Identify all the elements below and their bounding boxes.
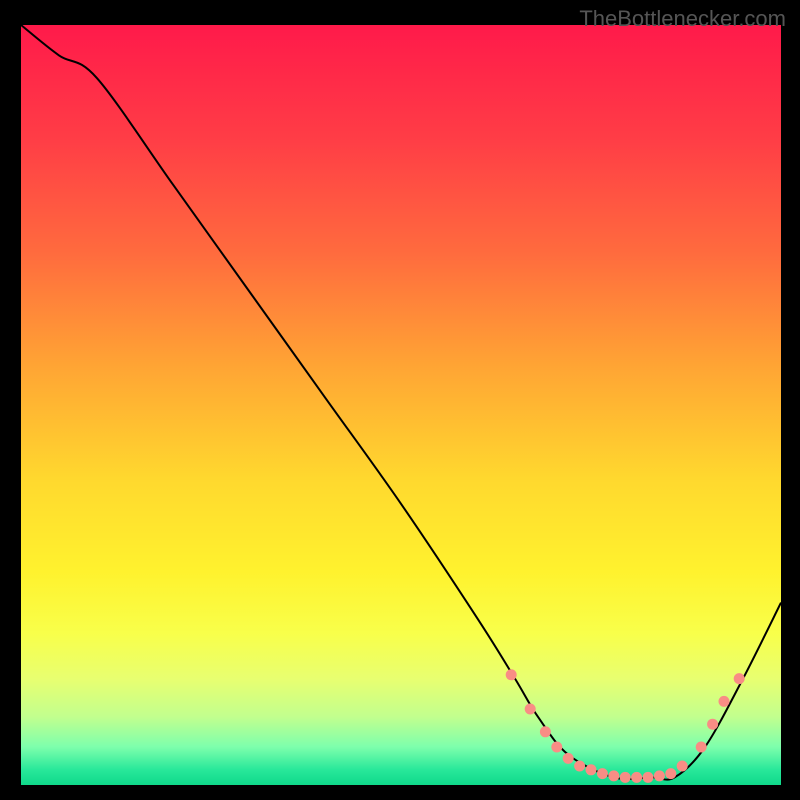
marker-dot [643,772,654,783]
marker-dot [597,768,608,779]
marker-dot [525,704,536,715]
marker-dot [608,770,619,781]
plot-area [21,25,781,785]
watermark-text: TheBottlenecker.com [579,6,786,32]
marker-dot [574,761,585,772]
chart-container: TheBottlenecker.com [0,0,800,800]
marker-dot [551,742,562,753]
marker-dot [540,726,551,737]
gradient-background [21,25,781,785]
marker-dot [707,719,718,730]
marker-dot [677,761,688,772]
marker-dot [563,753,574,764]
marker-dot [665,768,676,779]
marker-dot [506,669,517,680]
marker-dot [631,772,642,783]
marker-dot [620,772,631,783]
marker-dot [586,764,597,775]
marker-dot [734,673,745,684]
marker-dot [654,770,665,781]
chart-svg [21,25,781,785]
marker-dot [696,742,707,753]
marker-dot [719,696,730,707]
